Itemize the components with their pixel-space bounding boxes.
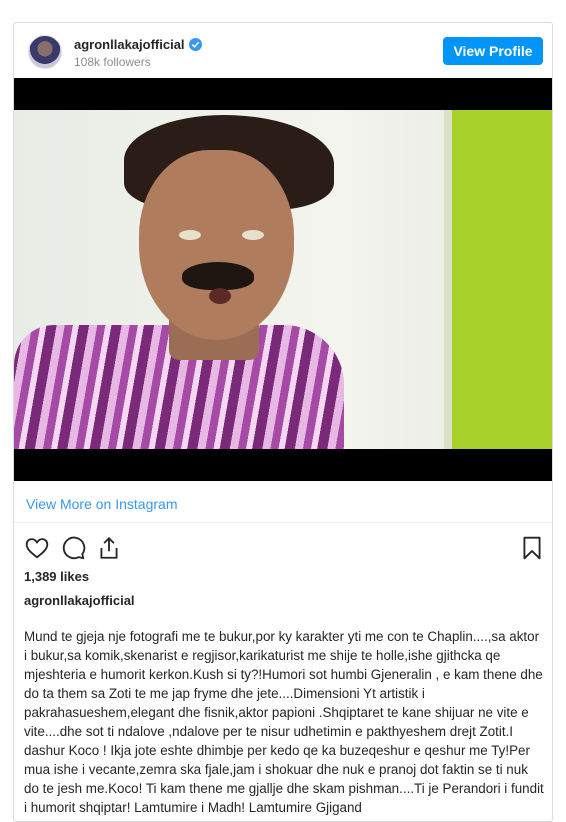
verified-badge-icon — [188, 38, 202, 51]
share-icon[interactable] — [96, 535, 122, 561]
instagram-embed-card: agronllakajofficial 108k followers View … — [13, 22, 553, 822]
action-bar — [14, 523, 552, 571]
face — [139, 150, 294, 340]
mustache — [182, 262, 254, 290]
bookmark-icon[interactable] — [519, 535, 545, 561]
background-door — [444, 110, 552, 449]
view-more-row: View More on Instagram — [14, 481, 552, 523]
view-more-link[interactable]: View More on Instagram — [26, 496, 177, 512]
username-text[interactable]: agronllakajofficial — [74, 37, 185, 52]
mouth — [209, 288, 231, 304]
post-header: agronllakajofficial 108k followers View … — [14, 23, 552, 78]
avatar[interactable] — [28, 35, 62, 69]
left-eye — [179, 230, 201, 240]
comment-icon[interactable] — [60, 535, 86, 561]
username[interactable]: agronllakajofficial — [74, 37, 202, 52]
post-image[interactable] — [14, 78, 552, 481]
heart-icon[interactable] — [24, 535, 50, 561]
photo-scene — [14, 110, 552, 449]
likes-count[interactable]: 1,389 likes — [24, 569, 89, 584]
caption-username[interactable]: agronllakajofficial — [24, 593, 135, 608]
view-profile-button[interactable]: View Profile — [443, 37, 543, 65]
right-eye — [242, 230, 264, 240]
followers-count: 108k followers — [74, 55, 151, 69]
post-caption: Mund te gjeja nje fotografi me te bukur,… — [24, 629, 544, 815]
